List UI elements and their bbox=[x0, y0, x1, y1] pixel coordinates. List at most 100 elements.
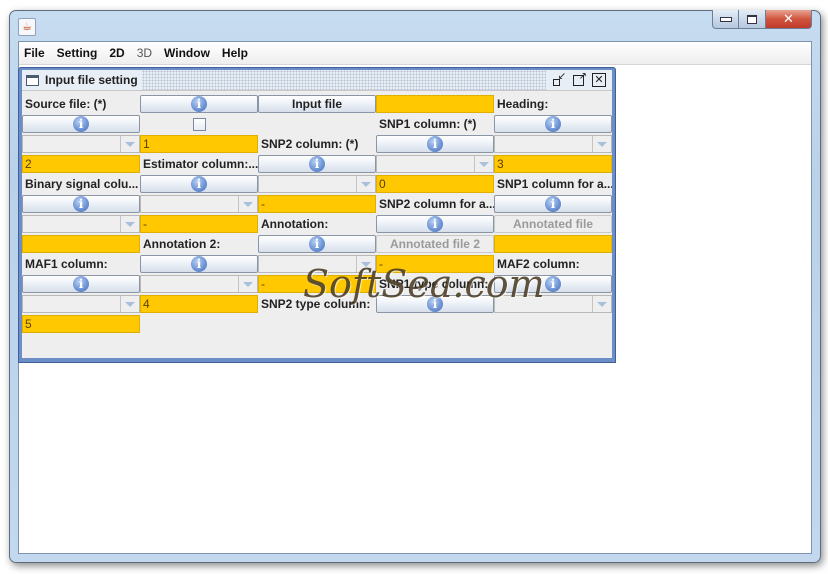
snp2-column-label: SNP2 column: (*) bbox=[261, 137, 359, 151]
annotation2-field[interactable] bbox=[494, 235, 612, 253]
snp2-column-annotation-info-button[interactable]: i bbox=[494, 195, 612, 213]
annotation-label: Annotation: bbox=[261, 217, 329, 231]
estimator-column-label: Estimator column:... bbox=[143, 157, 258, 171]
menu-2d[interactable]: 2D bbox=[103, 42, 130, 64]
chevron-down-icon bbox=[238, 276, 257, 292]
input-file-setting-frame: Input file setting ✕ Source file: (*) i … bbox=[18, 67, 616, 363]
chevron-down-icon bbox=[238, 196, 257, 212]
maximize-icon bbox=[747, 14, 757, 24]
maf1-column-combo[interactable] bbox=[258, 255, 376, 273]
snp1-column-label: SNP1 column: (*) bbox=[379, 117, 477, 131]
chevron-down-icon bbox=[474, 156, 493, 172]
annotation2-label: Annotation 2: bbox=[143, 237, 221, 251]
close-icon: ✕ bbox=[783, 11, 794, 26]
info-icon: i bbox=[73, 196, 89, 212]
snp1-type-column-field[interactable]: 4 bbox=[140, 295, 258, 313]
internal-frame-title-group: Input file setting bbox=[22, 70, 142, 90]
annotated-file-button[interactable]: Annotated file bbox=[494, 215, 612, 233]
snp1-type-column-combo[interactable] bbox=[22, 295, 140, 313]
binary-signal-info-button[interactable]: i bbox=[140, 175, 258, 193]
menu-file[interactable]: File bbox=[19, 42, 51, 64]
snp2-type-column-info-button[interactable]: i bbox=[376, 295, 494, 313]
info-icon: i bbox=[191, 256, 207, 272]
estimator-column-field[interactable]: 3 bbox=[494, 155, 612, 173]
info-icon: i bbox=[545, 276, 561, 292]
snp2-column-annotation-combo[interactable] bbox=[22, 215, 140, 233]
snp2-column-info-button[interactable]: i bbox=[376, 135, 494, 153]
snp2-type-column-combo[interactable] bbox=[494, 295, 612, 313]
annotation2-info-button[interactable]: i bbox=[258, 235, 376, 253]
menu-help[interactable]: Help bbox=[216, 42, 254, 64]
frame-maximize-icon[interactable] bbox=[572, 70, 587, 87]
info-icon: i bbox=[545, 196, 561, 212]
menu-3d[interactable]: 3D bbox=[131, 42, 158, 64]
maf1-column-field[interactable]: - bbox=[376, 255, 494, 273]
estimator-column-combo[interactable] bbox=[376, 155, 494, 173]
maf1-column-label: MAF1 column: bbox=[25, 257, 108, 271]
maf2-column-label: MAF2 column: bbox=[497, 257, 580, 271]
snp2-column-combo[interactable] bbox=[494, 135, 612, 153]
maf2-column-field[interactable]: - bbox=[258, 275, 376, 293]
snp2-column-annotation-field[interactable]: - bbox=[140, 215, 258, 233]
chevron-down-icon bbox=[592, 296, 611, 312]
menu-bar: File Setting 2D 3D Window Help bbox=[19, 42, 811, 65]
info-icon: i bbox=[73, 116, 89, 132]
annotated-file2-button[interactable]: Annotated file 2 bbox=[376, 235, 494, 253]
snp1-column-combo[interactable] bbox=[22, 135, 140, 153]
snp1-column-annotation-field[interactable]: - bbox=[258, 195, 376, 213]
info-icon: i bbox=[191, 96, 207, 112]
menu-window[interactable]: Window bbox=[158, 42, 216, 64]
binary-signal-field[interactable]: 0 bbox=[376, 175, 494, 193]
snp1-column-annotation-combo[interactable] bbox=[140, 195, 258, 213]
snp1-type-column-info-button[interactable]: i bbox=[494, 275, 612, 293]
snp1-column-annotation-info-button[interactable]: i bbox=[22, 195, 140, 213]
info-icon: i bbox=[309, 236, 325, 252]
snp1-column-info-button[interactable]: i bbox=[494, 115, 612, 133]
internal-frame-controls: ✕ bbox=[546, 70, 612, 90]
info-icon: i bbox=[191, 176, 207, 192]
close-button[interactable]: ✕ bbox=[766, 10, 812, 29]
maximize-button[interactable] bbox=[739, 10, 766, 29]
heading-info-button[interactable]: i bbox=[22, 115, 140, 133]
frame-close-icon[interactable]: ✕ bbox=[592, 73, 606, 87]
snp1-column-annotation-label: SNP1 column for a... bbox=[497, 177, 612, 191]
annotation-field[interactable] bbox=[22, 235, 140, 253]
iconify-icon[interactable] bbox=[552, 70, 566, 87]
snp1-column-field[interactable]: 1 bbox=[140, 135, 258, 153]
info-icon: i bbox=[427, 216, 443, 232]
minimize-button[interactable] bbox=[712, 10, 739, 29]
maf2-column-info-button[interactable]: i bbox=[22, 275, 140, 293]
info-icon: i bbox=[309, 156, 325, 172]
menu-setting[interactable]: Setting bbox=[51, 42, 104, 64]
maf2-column-combo[interactable] bbox=[140, 275, 258, 293]
heading-label: Heading: bbox=[497, 97, 549, 111]
source-file-info-button[interactable]: i bbox=[140, 95, 258, 113]
source-file-field[interactable] bbox=[376, 95, 494, 113]
info-icon: i bbox=[427, 296, 443, 312]
minimize-icon bbox=[719, 16, 732, 22]
snp2-type-column-field[interactable]: 5 bbox=[22, 315, 140, 333]
frame-window-icon bbox=[26, 74, 39, 86]
binary-signal-combo[interactable] bbox=[258, 175, 376, 193]
chevron-down-icon bbox=[120, 296, 139, 312]
snp2-column-field[interactable]: 2 bbox=[22, 155, 140, 173]
window-titlebar[interactable]: ☕ ✕ bbox=[10, 10, 820, 41]
estimator-column-info-button[interactable]: i bbox=[258, 155, 376, 173]
snp1-type-column-label: SNP1 type column: bbox=[379, 277, 489, 291]
input-file-button[interactable]: Input file bbox=[258, 95, 376, 113]
maf1-column-info-button[interactable]: i bbox=[140, 255, 258, 273]
snp2-type-column-label: SNP2 type column: bbox=[261, 297, 371, 311]
chevron-down-icon bbox=[120, 216, 139, 232]
heading-checkbox[interactable] bbox=[192, 117, 206, 131]
info-icon: i bbox=[545, 116, 561, 132]
form-grid: Source file: (*) i Input file Heading: i… bbox=[22, 94, 612, 334]
info-icon: i bbox=[427, 136, 443, 152]
binary-signal-label: Binary signal colu... bbox=[25, 177, 139, 191]
heading-checkbox-cell bbox=[140, 114, 258, 134]
internal-frame-titlebar[interactable]: Input file setting ✕ bbox=[22, 70, 612, 90]
empty-cell bbox=[258, 114, 376, 134]
java-app-icon: ☕ bbox=[18, 18, 36, 36]
annotation-info-button[interactable]: i bbox=[376, 215, 494, 233]
internal-frame-title: Input file setting bbox=[45, 73, 138, 87]
chevron-down-icon bbox=[592, 136, 611, 152]
